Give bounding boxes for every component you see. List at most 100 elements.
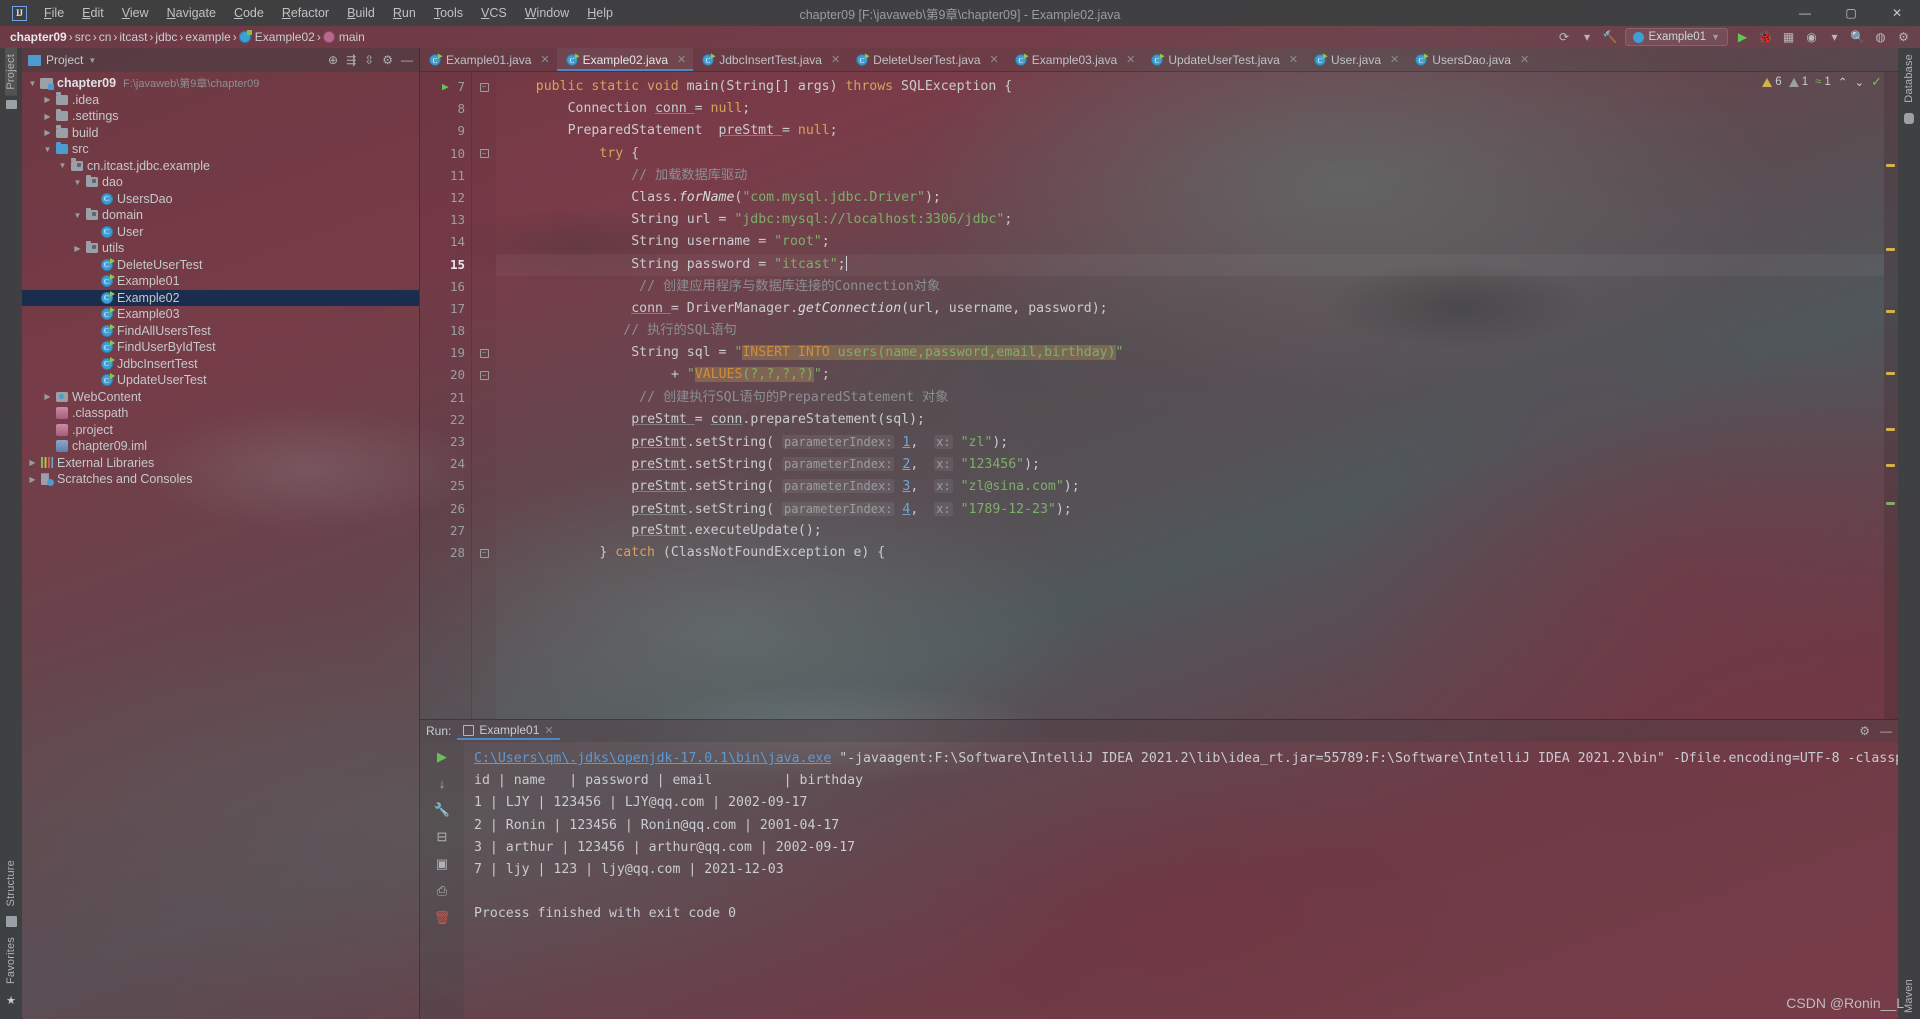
layout-icon[interactable]: ⊟: [437, 829, 448, 845]
database-icon[interactable]: [1904, 112, 1914, 124]
close-icon[interactable]: ✕: [990, 53, 999, 66]
menu-refactor[interactable]: Refactor: [273, 3, 338, 23]
menu-tools[interactable]: Tools: [425, 3, 472, 23]
chevron-down-icon[interactable]: ▾: [1579, 29, 1596, 46]
breadcrumb-item-src[interactable]: src: [73, 30, 93, 44]
tree-node-updateusertest[interactable]: C UpdateUserTest: [22, 372, 419, 389]
editor-tab-usersdao-java[interactable]: C UsersDao.java ✕: [1406, 48, 1536, 71]
breadcrumb-item-example02[interactable]: Example02: [237, 30, 317, 44]
search-icon[interactable]: 🔍: [1849, 29, 1866, 46]
breadcrumb-item-itcast[interactable]: itcast: [117, 30, 149, 44]
tree-node--project[interactable]: .project: [22, 422, 419, 439]
run-icon[interactable]: ▶: [1734, 29, 1751, 46]
run-gutter-icon[interactable]: ▶: [442, 76, 449, 98]
tool-window-maven[interactable]: Maven: [1903, 973, 1915, 1019]
debug-icon[interactable]: 🐞: [1757, 29, 1774, 46]
tool-window-favorites[interactable]: Favorites: [5, 931, 17, 990]
chevron-down-icon[interactable]: ▼: [56, 161, 69, 170]
tree-node-usersdao[interactable]: C UsersDao: [22, 191, 419, 208]
tree-node-build[interactable]: ▶ build: [22, 125, 419, 142]
warnings-count[interactable]: 6: [1762, 76, 1782, 88]
next-problem-icon[interactable]: ⌄: [1854, 75, 1864, 89]
tree-node--settings[interactable]: ▶ .settings: [22, 108, 419, 125]
close-icon[interactable]: ✕: [1390, 53, 1399, 66]
build-hammer-icon[interactable]: 🔨: [1602, 29, 1619, 46]
close-icon[interactable]: ✕: [677, 53, 686, 66]
editor-tab-example03-java[interactable]: C Example03.java ✕: [1006, 48, 1143, 71]
menu-file[interactable]: File: [35, 3, 73, 23]
chevron-right-icon[interactable]: ▶: [26, 475, 39, 484]
editor-tab-updateusertest-java[interactable]: C UpdateUserTest.java ✕: [1142, 48, 1305, 71]
collapse-all-icon[interactable]: ⇳: [364, 53, 374, 67]
close-icon[interactable]: ✕: [831, 53, 840, 66]
chevron-down-icon[interactable]: ▼: [71, 178, 84, 187]
breadcrumb-item-jdbc[interactable]: jdbc: [153, 30, 179, 44]
star-icon[interactable]: ★: [6, 994, 16, 1007]
fold-marker[interactable]: −: [472, 143, 496, 165]
menu-code[interactable]: Code: [225, 3, 273, 23]
console-output[interactable]: C:\Users\qm\.jdks\openjdk-17.0.1\bin\jav…: [464, 742, 1898, 1019]
minimize-button[interactable]: —: [1782, 0, 1828, 26]
tree-node-src[interactable]: ▼ src: [22, 141, 419, 158]
chevron-down-icon[interactable]: ▾: [1826, 29, 1843, 46]
tree-node-webcontent[interactable]: ▶ WebContent: [22, 389, 419, 406]
close-icon[interactable]: ✕: [1289, 53, 1298, 66]
tree-node-utils[interactable]: ▶ utils: [22, 240, 419, 257]
close-icon[interactable]: ✕: [540, 53, 549, 66]
close-icon[interactable]: ✕: [544, 724, 553, 737]
inspections-ok-icon[interactable]: ✓: [1871, 74, 1882, 90]
structure-icon[interactable]: [5, 915, 17, 927]
line-number-gutter[interactable]: ▶ 7 8 9 10 11 12 13 14 15 16 17 18 19 20 21 22 23 24 25 26 27…: [420, 72, 472, 719]
tree-node-scratches-and-consoles[interactable]: ▶ Scratches and Consoles: [22, 471, 419, 488]
tree-node-jdbcinserttest[interactable]: C JdbcInsertTest: [22, 356, 419, 373]
profiler-icon[interactable]: ◉: [1803, 29, 1820, 46]
tree-node-user[interactable]: C User: [22, 224, 419, 241]
camera-icon[interactable]: ▣: [436, 856, 448, 872]
tree-node-domain[interactable]: ▼ domain: [22, 207, 419, 224]
breadcrumb-item-main[interactable]: main: [321, 30, 367, 44]
hide-panel-icon[interactable]: —: [401, 53, 413, 67]
menu-view[interactable]: View: [113, 3, 158, 23]
chevron-down-icon[interactable]: ▼: [26, 79, 39, 88]
editor-tab-example02-java[interactable]: C Example02.java ✕: [556, 48, 694, 71]
menu-vcs[interactable]: VCS: [472, 3, 516, 23]
chevron-right-icon[interactable]: ▶: [41, 128, 54, 137]
chevron-right-icon[interactable]: ▶: [41, 95, 54, 104]
chevron-right-icon[interactable]: ▶: [71, 244, 84, 253]
tree-node-findalluserstest[interactable]: C FindAllUsersTest: [22, 323, 419, 340]
menu-build[interactable]: Build: [338, 3, 384, 23]
chevron-down-icon[interactable]: ▼: [41, 145, 54, 154]
breadcrumb-item-cn[interactable]: cn: [97, 30, 114, 44]
code-folding-gutter[interactable]: − − − − −: [472, 72, 496, 719]
trash-icon[interactable]: 🗑: [434, 910, 451, 926]
console-command-line[interactable]: C:\Users\qm\.jdks\openjdk-17.0.1\bin\jav…: [474, 748, 1898, 770]
chevron-down-icon[interactable]: ▼: [71, 211, 84, 220]
menu-navigate[interactable]: Navigate: [158, 3, 225, 23]
typos-count[interactable]: ≈ 1: [1815, 76, 1831, 88]
hide-panel-icon[interactable]: —: [1880, 724, 1892, 738]
wrench-icon[interactable]: 🔧: [434, 802, 450, 818]
chevron-right-icon[interactable]: ▶: [41, 392, 54, 401]
settings-gear-icon[interactable]: ⚙: [1895, 29, 1912, 46]
tool-window-database[interactable]: Database: [1903, 48, 1915, 109]
project-tree[interactable]: ▼ chapter09 F:\javaweb\第9章\chapter09 ▶ .idea…: [22, 72, 419, 1019]
tree-node-cn-itcast-jdbc-example[interactable]: ▼ cn.itcast.jdbc.example: [22, 158, 419, 175]
tree-node--idea[interactable]: ▶ .idea: [22, 92, 419, 109]
fold-marker[interactable]: −: [472, 342, 496, 364]
coverage-icon[interactable]: ▦: [1780, 29, 1797, 46]
close-button[interactable]: ✕: [1874, 0, 1920, 26]
tool-window-project[interactable]: Project: [5, 48, 17, 96]
settings-gear-icon[interactable]: ⚙: [1859, 724, 1870, 738]
folder-icon[interactable]: [5, 99, 17, 109]
print-icon[interactable]: ⎙: [437, 883, 447, 899]
fold-marker[interactable]: −: [472, 76, 496, 98]
editor-tab-user-java[interactable]: C User.java ✕: [1305, 48, 1406, 71]
chevron-down-icon[interactable]: ▼: [88, 56, 96, 65]
tree-node-dao[interactable]: ▼ dao: [22, 174, 419, 191]
tree-node-chapter09[interactable]: ▼ chapter09 F:\javaweb\第9章\chapter09: [22, 75, 419, 92]
weak-warnings-count[interactable]: 1: [1788, 76, 1808, 88]
menu-edit[interactable]: Edit: [73, 3, 113, 23]
menu-help[interactable]: Help: [578, 3, 622, 23]
run-tab-example01[interactable]: Example01 ✕: [457, 722, 560, 740]
account-icon[interactable]: ◍: [1872, 29, 1889, 46]
